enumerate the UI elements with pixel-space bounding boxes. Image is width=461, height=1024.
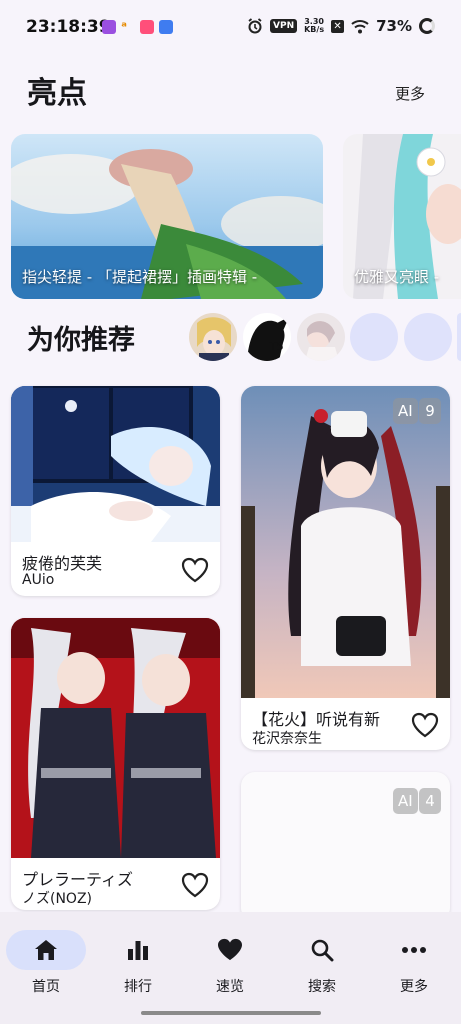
feed-card-author: ノズ(NOZ) [22, 891, 93, 907]
wifi-icon [351, 19, 369, 34]
app-notification-icon: ᵃ [121, 20, 127, 35]
status-time: 23:18:39 [26, 17, 111, 37]
alarm-icon [247, 18, 263, 34]
avatar-placeholder[interactable] [457, 313, 461, 361]
nav-item-ranking[interactable]: 排行 [92, 930, 184, 996]
highlight-card[interactable]: 优雅又亮眼 - [343, 134, 461, 299]
net-speed-unit: KB/s [304, 25, 325, 34]
avatar[interactable]: T5 [243, 313, 291, 361]
avatar-placeholder[interactable] [350, 313, 398, 361]
feed-card-author: 花沢奈奈生 [252, 731, 322, 747]
battery-percent: 73% [376, 17, 412, 35]
avatar-illustration [243, 313, 291, 361]
like-heart-icon[interactable] [181, 557, 209, 583]
nav-label: 首页 [32, 979, 60, 995]
avatar[interactable] [189, 313, 237, 361]
recommend-title: 为你推荐 [27, 325, 135, 356]
nav-item-home[interactable]: 首页 [0, 930, 92, 996]
nav-label: 速览 [216, 979, 244, 995]
search-icon [311, 939, 334, 962]
feed-card-illustration [11, 386, 220, 542]
feed-card[interactable]: 疲倦的芙芙 AUio [11, 386, 220, 596]
heart-icon [218, 938, 242, 961]
feed-card[interactable]: AI 4 [241, 772, 450, 922]
app-notification-icon [102, 20, 116, 34]
like-heart-icon[interactable] [411, 712, 439, 738]
nav-item-browse[interactable]: 速览 [184, 930, 276, 996]
nav-label: 更多 [400, 979, 428, 995]
status-bar: 23:18:39 ᵃ VPN 3.30 KB/s ✕ 73% [0, 0, 461, 56]
no-sim-icon: ✕ [331, 19, 345, 33]
feed-card-author: AUio [22, 572, 55, 588]
highlight-card[interactable]: 指尖轻提 - 「提起裙摆」插画特辑 - [11, 134, 323, 299]
app-notification-icon [159, 20, 173, 34]
battery-ring-icon [419, 18, 435, 34]
bottom-navigation: 首页 排行 速览 搜索 更多 [0, 912, 461, 1024]
avatar-illustration [297, 313, 345, 361]
feed-card-title: 疲倦的芙芙 [22, 554, 103, 573]
feed-card[interactable]: AI 9 【花火】听说有新 花沢奈奈生 [241, 386, 450, 750]
gesture-home-bar[interactable] [141, 1011, 321, 1015]
status-right-group: VPN 3.30 KB/s ✕ 73% [247, 17, 435, 35]
feed-card-title: プレラーティズ [22, 870, 134, 889]
home-icon [35, 940, 57, 960]
highlights-more-button[interactable]: 更多 [395, 83, 425, 104]
bar-chart-icon [128, 941, 148, 960]
app-notification-icon [140, 20, 154, 34]
nav-item-more[interactable]: 更多 [368, 930, 460, 996]
nav-label: 排行 [124, 979, 152, 995]
avatar-label: T5 [270, 340, 284, 353]
ai-badge: AI [393, 788, 418, 814]
ai-badge: AI [393, 398, 418, 424]
avatar-illustration [189, 313, 237, 361]
feed-card-title: 【花火】听说有新 [252, 710, 381, 729]
nav-active-indicator [6, 930, 86, 970]
highlight-card-caption: 指尖轻提 - 「提起裙摆」插画特辑 - [22, 268, 258, 286]
nav-label: 搜索 [308, 979, 336, 995]
highlights-title: 亮点 [27, 76, 87, 111]
net-speed: 3.30 KB/s [304, 18, 324, 34]
more-dots-icon [402, 947, 426, 953]
feed-card-illustration [11, 618, 220, 858]
nav-item-search[interactable]: 搜索 [276, 930, 368, 996]
image-count-badge: 9 [419, 398, 441, 424]
highlight-card-caption: 优雅又亮眼 - [354, 268, 440, 286]
like-heart-icon[interactable] [181, 872, 209, 898]
feed-card-illustration [241, 386, 450, 698]
avatar[interactable] [297, 313, 345, 361]
image-count-badge: 4 [419, 788, 441, 814]
vpn-icon: VPN [270, 19, 298, 33]
avatar-placeholder[interactable] [404, 313, 452, 361]
feed-card[interactable]: プレラーティズ ノズ(NOZ) [11, 618, 220, 910]
